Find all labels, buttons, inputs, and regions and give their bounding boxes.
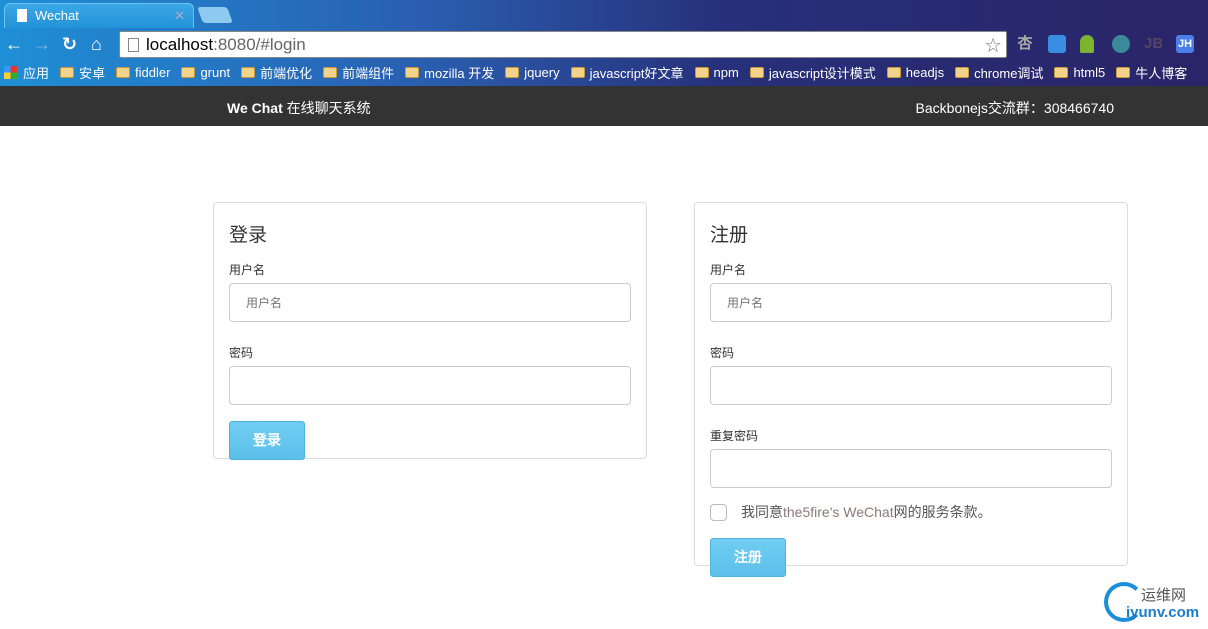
password-label: 密码 xyxy=(710,346,735,360)
close-tab-icon[interactable]: ✕ xyxy=(174,8,185,24)
folder-icon xyxy=(116,66,131,78)
folder-icon xyxy=(886,66,901,78)
terms-site-name: the5fire's WeChat xyxy=(783,504,894,520)
url-path: :8080/#login xyxy=(213,35,306,54)
login-title: 登录 xyxy=(229,225,268,246)
chart-extension-icon[interactable] xyxy=(1048,35,1066,53)
bookmark[interactable]: html5 xyxy=(1054,62,1105,82)
bookmark[interactable]: javascript好文章 xyxy=(570,62,684,82)
bookmark[interactable]: 前端优化 xyxy=(241,62,312,82)
folder-icon xyxy=(749,66,764,78)
browser-chrome: Wechat ✕ ← → ↻ ⌂ localhost:8080/#login ☆ 杏… xyxy=(0,0,1208,86)
bookmark[interactable]: jquery xyxy=(505,62,560,82)
bookmark[interactable]: grunt xyxy=(181,62,230,82)
watermark-en: iyunv.com xyxy=(1126,604,1200,621)
folder-icon xyxy=(1116,66,1131,78)
bookmark[interactable]: 安卓 xyxy=(60,62,105,82)
folder-icon xyxy=(570,66,585,78)
terms-checkbox[interactable] xyxy=(710,503,727,521)
folder-icon xyxy=(323,66,338,78)
bookmarks-bar: 应用 安卓 fiddler grunt 前端优化 前端组件 mozilla 开发… xyxy=(4,62,1198,82)
swirl-extension-icon[interactable] xyxy=(1112,35,1130,53)
bookmark[interactable]: npm xyxy=(694,62,739,82)
forward-icon[interactable]: → xyxy=(33,34,51,55)
terms-text-post: 网的服务条款。 xyxy=(893,504,992,520)
star-icon[interactable]: ☆ xyxy=(984,33,1002,58)
login-password-input[interactable] xyxy=(229,366,631,405)
home-icon[interactable]: ⌂ xyxy=(91,34,102,55)
register-username-input[interactable] xyxy=(710,283,1112,322)
register-repeat-password-input[interactable] xyxy=(710,449,1112,488)
browser-tab[interactable]: Wechat ✕ xyxy=(4,3,194,28)
tab-title: Wechat xyxy=(35,8,79,23)
folder-icon xyxy=(241,66,256,78)
folder-icon xyxy=(505,66,520,78)
back-icon[interactable]: ← xyxy=(5,34,23,55)
folder-icon xyxy=(60,66,75,78)
apricot-extension-icon[interactable]: 杏 xyxy=(1016,35,1034,53)
folder-icon xyxy=(955,66,970,78)
bookmark[interactable]: 前端组件 xyxy=(323,62,394,82)
folder-icon xyxy=(694,66,709,78)
login-username-input[interactable] xyxy=(229,283,631,322)
navbar: We Chat 在线聊天系统 Backbonejs交流群：308466740 xyxy=(0,86,1208,126)
brand-name: We Chat xyxy=(227,100,283,116)
register-button[interactable]: 注册 xyxy=(710,538,786,577)
password-label: 密码 xyxy=(229,346,254,360)
register-panel: 注册 用户名 密码 重复密码 我同意the5fire's WeChat网的服务条… xyxy=(694,202,1128,577)
username-label: 用户名 xyxy=(710,263,747,277)
register-title: 注册 xyxy=(710,225,749,246)
bookmark[interactable]: mozilla 开发 xyxy=(405,62,494,82)
folder-icon xyxy=(181,66,196,78)
jb-extension-icon[interactable]: JB xyxy=(1144,35,1163,53)
terms-text-pre: 我同意 xyxy=(741,504,783,520)
reload-icon[interactable]: ↻ xyxy=(62,34,77,55)
folder-icon xyxy=(1054,66,1069,78)
apps-icon xyxy=(4,65,17,79)
address-bar[interactable]: localhost:8080/#login ☆ xyxy=(119,31,1007,58)
bookmark-apps[interactable]: 应用 xyxy=(4,62,49,82)
username-label: 用户名 xyxy=(229,263,266,277)
register-password-input[interactable] xyxy=(710,366,1112,405)
watermark-logo: 运维网 iyunv.com xyxy=(1104,582,1204,624)
page-icon xyxy=(128,38,139,52)
bookmark[interactable]: 牛人博客 xyxy=(1116,62,1187,82)
bookmark[interactable]: fiddler xyxy=(116,62,170,82)
brand-subtitle: 在线聊天系统 xyxy=(282,100,371,116)
terms-agreement: 我同意 the5fire's WeChat 网的服务条款。 xyxy=(710,502,1112,522)
android-extension-icon[interactable] xyxy=(1080,35,1094,53)
bookmark[interactable]: headjs xyxy=(886,62,944,82)
url-host: localhost xyxy=(146,35,214,54)
bookmark[interactable]: chrome调试 xyxy=(955,62,1043,82)
new-tab-button[interactable] xyxy=(197,7,233,23)
bookmark[interactable]: javascript设计模式 xyxy=(749,62,876,82)
page-icon xyxy=(17,9,27,22)
login-button[interactable]: 登录 xyxy=(229,421,305,460)
jh-extension-icon[interactable]: JH xyxy=(1176,35,1194,53)
brand[interactable]: We Chat 在线聊天系统 xyxy=(227,98,371,118)
watermark-cn: 运维网 xyxy=(1141,587,1187,604)
repeat-password-label: 重复密码 xyxy=(710,429,759,443)
qq-group-text: Backbonejs交流群：308466740 xyxy=(915,100,1114,116)
folder-icon xyxy=(405,66,420,78)
login-panel: 登录 用户名 密码 登录 xyxy=(213,202,647,460)
